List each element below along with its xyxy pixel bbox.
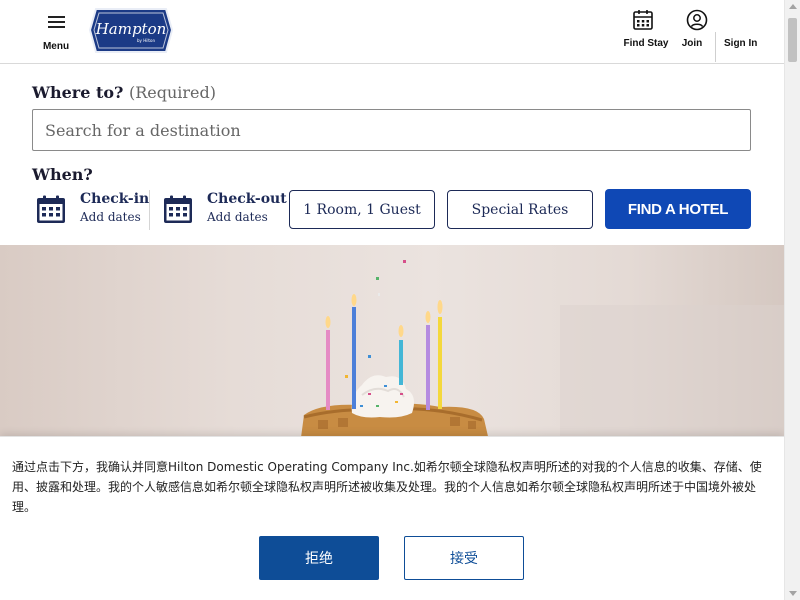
check-in-value: Add dates <box>80 210 141 224</box>
destination-search-input[interactable] <box>32 109 751 151</box>
check-in-label: Check-in <box>80 191 150 207</box>
sign-in-label: Sign In <box>724 38 758 49</box>
privacy-consent-banner: 通过点击下方，我确认并同意Hilton Domestic Operating C… <box>0 436 784 600</box>
accept-button[interactable]: 接受 <box>404 536 524 580</box>
hampton-logo-badge: Hampton by Hilton <box>88 8 174 53</box>
check-out-value: Add dates <box>207 210 268 224</box>
logo-wordmark: Hampton <box>95 20 167 38</box>
page-scrollbar[interactable] <box>784 0 800 600</box>
hero-image <box>0 245 784 445</box>
rooms-guests-button[interactable]: 1 Room, 1 Guest <box>289 190 435 229</box>
hampton-logo[interactable]: Hampton by Hilton <box>88 6 174 58</box>
reject-button[interactable]: 拒绝 <box>259 536 379 580</box>
menu-label: Menu <box>42 41 70 52</box>
check-in-date-picker[interactable]: Check-in Add dates <box>36 190 150 230</box>
birthday-waffle-illustration <box>300 260 784 445</box>
check-out-label: Check-out <box>207 191 287 207</box>
sign-in-link[interactable]: Sign In <box>724 8 758 49</box>
check-out-date-picker[interactable]: Check-out Add dates <box>163 190 287 230</box>
logo-subtext: by Hilton <box>137 38 155 43</box>
find-hotel-button[interactable]: FIND A HOTEL <box>605 189 751 229</box>
special-rates-button[interactable]: Special Rates <box>447 190 593 229</box>
find-stay-link[interactable]: Find Stay <box>623 8 669 49</box>
check-out-calendar-icon <box>164 195 192 223</box>
header-divider <box>715 32 716 62</box>
check-in-calendar-icon <box>37 195 65 223</box>
join-label: Join <box>681 38 703 49</box>
join-link[interactable]: Join <box>677 8 708 49</box>
scroll-down-arrow-icon[interactable] <box>789 591 797 596</box>
hamburger-icon <box>48 16 65 28</box>
header-links: Find Stay Join Sign In <box>623 8 758 62</box>
user-circle-icon <box>686 9 708 31</box>
destination-label: Where to? (Required) <box>32 83 217 102</box>
calendar-icon <box>633 10 653 30</box>
menu-button[interactable]: Menu <box>40 10 72 58</box>
required-indicator: (Required) <box>128 83 217 102</box>
find-stay-label: Find Stay <box>623 38 669 49</box>
scrollbar-thumb[interactable] <box>788 18 797 62</box>
scroll-up-arrow-icon[interactable] <box>789 4 797 9</box>
consent-message: 通过点击下方，我确认并同意Hilton Domestic Operating C… <box>12 460 762 514</box>
site-header: Menu Hampton by Hilton Find Stay Join Si… <box>0 0 784 64</box>
dates-label: When? <box>32 165 93 184</box>
